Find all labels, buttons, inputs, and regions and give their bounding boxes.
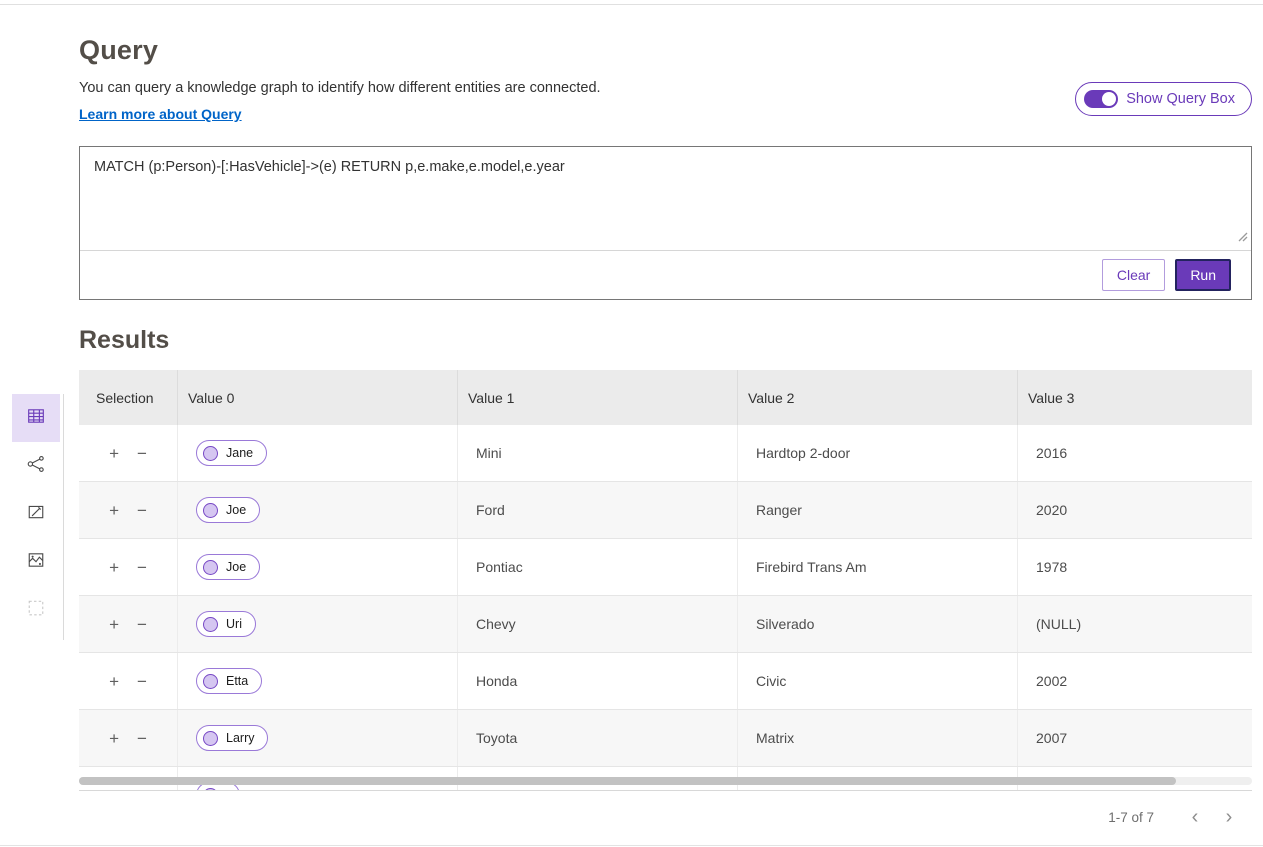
table-header-row: Selection Value 0 Value 1 Value 2 Value … (79, 370, 1252, 425)
entity-pill[interactable]: Uri (196, 611, 256, 637)
value2-cell: Civic (738, 653, 1018, 709)
table-row: + − Joe Pontiac Firebird Trans Am 1978 (79, 539, 1252, 596)
add-to-selection-button[interactable]: + (106, 500, 122, 521)
query-input[interactable]: MATCH (p:Person)-[:HasVehicle]->(e) RETU… (80, 147, 1251, 250)
value1-cell: Ford (458, 482, 738, 538)
entity-pill[interactable]: Etta (196, 668, 262, 694)
chart-view-button[interactable] (12, 490, 60, 538)
clear-button[interactable]: Clear (1102, 259, 1165, 291)
entity-icon (203, 674, 218, 689)
value2-cell: Firebird Trans Am (738, 539, 1018, 595)
entity-icon (203, 731, 218, 746)
value3-cell: (NULL) (1018, 596, 1252, 652)
value1-cell: Honda (458, 653, 738, 709)
value2-cell: Hardtop 2-door (738, 425, 1018, 481)
pagination-bar: 1-7 of 7 ‹ › (79, 790, 1252, 843)
column-header-value2: Value 2 (738, 370, 1018, 425)
add-to-selection-button[interactable]: + (106, 728, 122, 749)
query-intro: You can query a knowledge graph to ident… (79, 80, 601, 124)
value1-cell: Toyota (458, 710, 738, 766)
entity-name: Etta (226, 674, 248, 688)
column-header-value1: Value 1 (458, 370, 738, 425)
value2-cell: Silverado (738, 596, 1018, 652)
chart-view-icon (27, 503, 45, 526)
value1-cell: Mini (458, 425, 738, 481)
query-page: Query You can query a knowledge graph to… (0, 4, 1263, 846)
entity-pill[interactable]: Joe (196, 497, 260, 523)
learn-more-link[interactable]: Learn more about Query (79, 106, 242, 122)
column-header-selection: Selection (79, 370, 178, 425)
toggle-label: Show Query Box (1126, 91, 1235, 107)
value3-cell: 2007 (1018, 710, 1252, 766)
add-to-selection-button[interactable]: + (106, 614, 122, 635)
entity-pill[interactable]: Larry (196, 725, 268, 751)
scrollbar-thumb[interactable] (79, 777, 1176, 785)
entity-icon (203, 560, 218, 575)
table-row: + − Larry Toyota Matrix 2007 (79, 710, 1252, 767)
results-section: Selection Value 0 Value 1 Value 2 Value … (0, 370, 1263, 843)
entity-pill[interactable]: Jane (196, 440, 267, 466)
entity-icon (203, 446, 218, 461)
selection-view-button (12, 586, 60, 634)
value2-cell: Ranger (738, 482, 1018, 538)
link-chart-view-icon (27, 455, 45, 478)
entity-icon (203, 503, 218, 518)
value3-cell: 2016 (1018, 425, 1252, 481)
run-button[interactable]: Run (1175, 259, 1231, 291)
entity-name: Larry (226, 731, 254, 745)
entity-icon (203, 617, 218, 632)
remove-from-selection-button[interactable]: − (134, 500, 150, 521)
add-to-selection-button[interactable]: + (106, 671, 122, 692)
table-row: + − Uri Chevy Silverado (NULL) (79, 596, 1252, 653)
entity-name: Uri (226, 617, 242, 631)
table-row: + − Joe Ford Ranger 2020 (79, 482, 1252, 539)
value1-cell: Pontiac (458, 539, 738, 595)
query-section: Query You can query a knowledge graph to… (0, 5, 1263, 355)
add-to-selection-button[interactable]: + (106, 785, 122, 791)
show-query-box-toggle[interactable]: Show Query Box (1075, 82, 1252, 116)
selection-view-icon (27, 599, 45, 622)
view-switcher (0, 370, 79, 843)
link-chart-view-button[interactable] (12, 442, 60, 490)
entity-name: Jane (226, 446, 253, 460)
query-description: You can query a knowledge graph to ident… (79, 80, 601, 96)
add-to-selection-button[interactable]: + (106, 557, 122, 578)
value3-cell: 2002 (1018, 653, 1252, 709)
entity-name: Joe (226, 503, 246, 517)
remove-from-selection-button[interactable]: − (134, 614, 150, 635)
horizontal-scrollbar[interactable] (79, 777, 1252, 785)
table-row: + − Etta Honda Civic 2002 (79, 653, 1252, 710)
next-page-button[interactable]: › (1216, 804, 1242, 830)
toggle-switch-icon (1084, 90, 1118, 108)
table-view-icon (27, 407, 45, 430)
table-body: + − Jane Mini Hardtop 2-door 2016 (79, 425, 1252, 790)
column-header-value0: Value 0 (178, 370, 458, 425)
table-row: + − Jane Mini Hardtop 2-door 2016 (79, 425, 1252, 482)
column-header-value3: Value 3 (1018, 370, 1252, 425)
map-view-icon (27, 551, 45, 574)
value3-cell: 2020 (1018, 482, 1252, 538)
entity-pill[interactable]: Joe (196, 554, 260, 580)
remove-from-selection-button[interactable]: − (134, 557, 150, 578)
remove-from-selection-button[interactable]: − (134, 443, 150, 464)
pagination-range-label: 1-7 of 7 (1108, 810, 1154, 825)
map-view-button[interactable] (12, 538, 60, 586)
remove-from-selection-button[interactable]: − (134, 728, 150, 749)
entity-name: Joe (226, 560, 246, 574)
value3-cell: 1978 (1018, 539, 1252, 595)
previous-page-button[interactable]: ‹ (1182, 804, 1208, 830)
results-table: Selection Value 0 Value 1 Value 2 Value … (79, 370, 1252, 843)
remove-from-selection-button[interactable]: − (134, 785, 150, 791)
table-view-button[interactable] (12, 394, 60, 442)
page-title: Query (79, 35, 1252, 66)
value1-cell: Chevy (458, 596, 738, 652)
add-to-selection-button[interactable]: + (106, 443, 122, 464)
results-title: Results (79, 326, 1252, 355)
value2-cell: Matrix (738, 710, 1018, 766)
query-box: MATCH (p:Person)-[:HasVehicle]->(e) RETU… (79, 146, 1252, 300)
entity-icon (203, 788, 218, 791)
remove-from-selection-button[interactable]: − (134, 671, 150, 692)
